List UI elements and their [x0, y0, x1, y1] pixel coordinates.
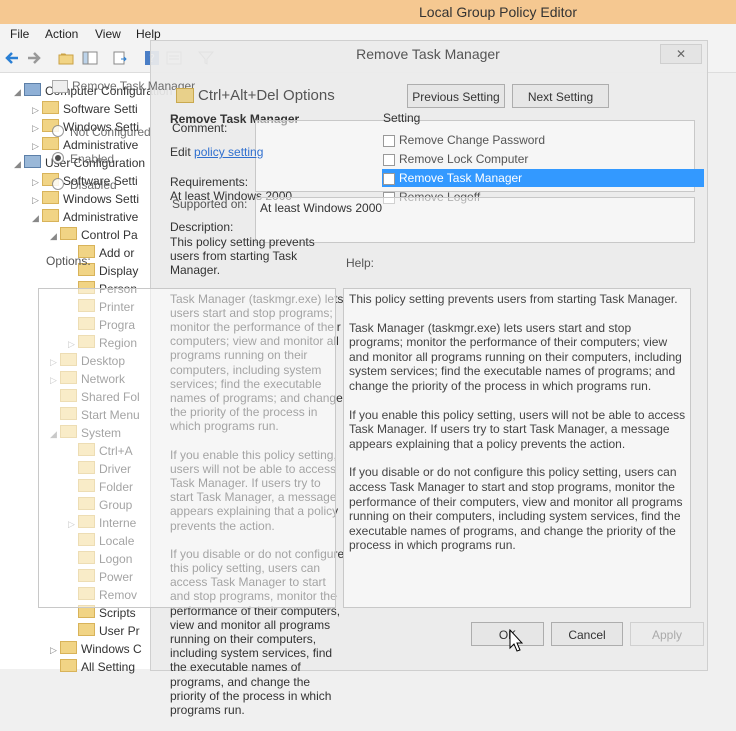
expand-toggle-icon[interactable]: ◢ [32, 210, 42, 226]
tree-node-label: Software Setti [63, 102, 138, 116]
edit-policy-line: Edit policy setting [170, 145, 263, 159]
menu-action[interactable]: Action [45, 27, 78, 41]
policy-setting-link[interactable]: policy setting [194, 145, 263, 159]
requirements-label: Requirements: [170, 175, 249, 189]
menu-help[interactable]: Help [136, 27, 161, 41]
back-arrow-icon[interactable] [4, 50, 20, 66]
radio-circle [52, 178, 64, 190]
tree-node-label: Scripts [99, 606, 136, 620]
expand-toggle-icon[interactable]: ▷ [32, 138, 42, 154]
policy-setting-icon [383, 154, 395, 166]
close-button[interactable]: ✕ [660, 44, 702, 64]
radio-enabled[interactable]: Enabled [52, 152, 114, 166]
folder-icon [60, 227, 77, 240]
previous-setting-button[interactable]: Previous Setting [407, 84, 505, 108]
show-hide-tree-icon[interactable] [82, 50, 98, 66]
setting-list-item[interactable]: Remove Lock Computer [382, 150, 528, 168]
tree-node[interactable]: ◢ Administrative [32, 209, 138, 225]
mouse-cursor-icon [509, 629, 523, 652]
tree-node-label: User Pr [99, 624, 140, 638]
tree-node-label: Administrative [63, 138, 139, 152]
tree-node[interactable]: ▷ Software Setti [32, 101, 138, 117]
tree-node[interactable]: ▷ Administrative [32, 137, 138, 153]
expand-toggle-icon[interactable]: ▷ [50, 642, 60, 658]
radio-circle-selected [52, 152, 64, 164]
help-label: Help: [346, 256, 375, 270]
category-header: Ctrl+Alt+Del Options [198, 87, 335, 104]
setting-label: Remove Change Password [399, 133, 546, 147]
expand-toggle-icon[interactable]: ▷ [32, 192, 42, 208]
menu-view[interactable]: View [95, 27, 121, 41]
export-list-icon[interactable] [112, 50, 128, 66]
radio-not-configured-label: Not Configured [70, 125, 151, 139]
setting-column-header: Setting [383, 111, 421, 125]
folder-icon [42, 101, 59, 114]
setting-label: Remove Task Manager [399, 171, 523, 185]
folder-icon [60, 641, 77, 654]
tree-node-label: Windows C [81, 642, 142, 656]
ok-button[interactable]: OK [471, 622, 544, 646]
setting-list-item[interactable]: Remove Task Manager [382, 169, 704, 187]
expand-toggle-icon[interactable]: ◢ [14, 84, 24, 100]
tree-node[interactable]: ▷ Windows Setti [32, 191, 139, 207]
expand-toggle-icon[interactable]: ▷ [32, 102, 42, 118]
computer-icon [24, 83, 41, 96]
tree-node[interactable]: ▷ Windows C [50, 641, 142, 657]
tree-node[interactable]: All Setting [50, 659, 135, 675]
paragraph: If you enable this policy setting, users… [349, 407, 686, 451]
description-label: Description: [170, 220, 234, 234]
apply-button[interactable]: Apply [630, 622, 704, 646]
up-folder-icon[interactable] [58, 50, 74, 66]
paragraph: This policy setting prevents users from … [170, 235, 315, 278]
window-title: Local Group Policy Editor [419, 4, 577, 20]
radio-circle [52, 125, 64, 137]
tree-node-label: Control Pa [81, 228, 138, 242]
cancel-button[interactable]: Cancel [551, 622, 623, 646]
setting-list-item[interactable]: Remove Change Password [382, 131, 545, 149]
tree-node-label: All Setting [81, 660, 136, 674]
tree-node-label: Display [99, 264, 139, 278]
title-bar: Local Group Policy Editor [0, 0, 736, 24]
folder-icon [42, 191, 59, 204]
expand-toggle-icon[interactable]: ◢ [50, 228, 60, 244]
next-setting-button[interactable]: Next Setting [512, 84, 609, 108]
supported-on-label: Supported on: [172, 197, 248, 211]
forward-arrow-icon[interactable] [26, 50, 42, 66]
folder-icon [60, 659, 77, 672]
paragraph: If you disable or do not configure this … [349, 465, 683, 553]
radio-disabled-label: Disabled [70, 178, 117, 192]
menu-file[interactable]: File [10, 27, 29, 41]
radio-enabled-label: Enabled [70, 152, 115, 166]
policy-setting-icon [383, 173, 395, 185]
comment-label: Comment: [172, 121, 228, 135]
folder-icon [42, 209, 59, 222]
dialog-title: Remove Task Manager [356, 46, 500, 62]
tree-node[interactable]: User Pr [68, 623, 140, 639]
policy-icon [52, 80, 68, 93]
user-icon [24, 155, 41, 168]
supported-on-value: At least Windows 2000 [260, 201, 383, 215]
paragraph: This policy setting prevents users from … [349, 292, 678, 306]
tree-node-label: Windows Setti [63, 192, 140, 206]
radio-disabled[interactable]: Disabled [52, 178, 117, 192]
options-pane [38, 288, 336, 608]
folder-icon [176, 88, 194, 103]
edit-prefix: Edit [170, 145, 195, 159]
tree-node-label: Add or [99, 246, 135, 260]
expand-toggle-icon[interactable]: ▷ [32, 120, 42, 136]
expand-toggle-icon[interactable]: ◢ [14, 156, 24, 172]
tree-node-label: Administrative [63, 210, 139, 224]
radio-not-configured[interactable]: Not Configured [52, 125, 151, 139]
options-label: Options: [46, 254, 91, 268]
help-text: This policy setting prevents users from … [349, 292, 687, 567]
paragraph: Task Manager (taskmgr.exe) lets users st… [349, 320, 682, 393]
expand-toggle-icon[interactable]: ▷ [32, 174, 42, 190]
policy-setting-icon [383, 135, 395, 147]
tree-node[interactable]: ◢ Control Pa [50, 227, 138, 243]
setting-label: Remove Lock Computer [399, 152, 529, 166]
folder-icon [78, 623, 95, 636]
